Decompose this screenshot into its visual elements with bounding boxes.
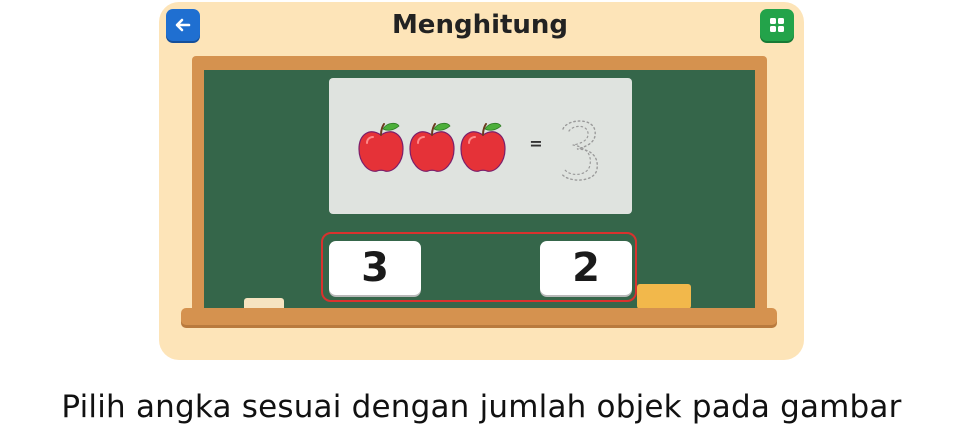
choice-button-1[interactable]: 3: [329, 241, 421, 295]
apple-icon: [358, 122, 404, 172]
chalkboard-ledge: [181, 308, 777, 325]
instruction-text: Pilih angka sesuai dengan jumlah objek p…: [61, 389, 902, 425]
equals-sign: =: [529, 134, 543, 153]
traced-answer-digit: 3: [555, 115, 598, 181]
grid-icon: [770, 18, 784, 32]
menu-grid-button[interactable]: [760, 9, 794, 41]
apple-icon: [460, 122, 506, 172]
traced-answer-value: 3: [555, 115, 556, 116]
choice-button-2[interactable]: 2: [540, 241, 632, 295]
page-title: Menghitung: [391, 10, 569, 40]
arrow-left-icon: [175, 18, 191, 32]
board-eraser: [637, 284, 691, 309]
back-button[interactable]: [166, 9, 200, 41]
apple-icon: [409, 122, 455, 172]
